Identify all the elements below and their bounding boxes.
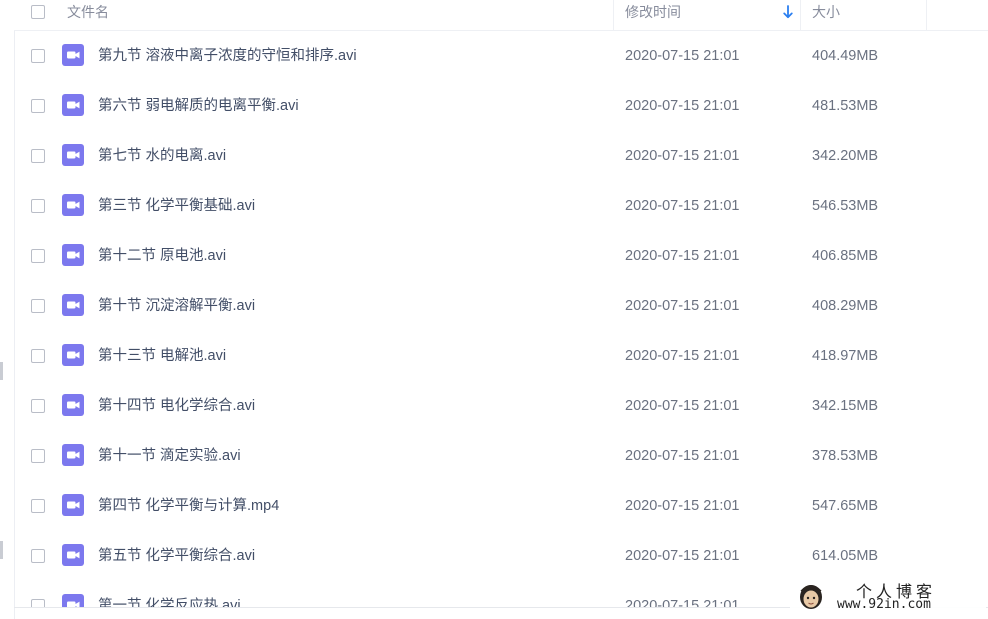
file-modified-time: 2020-07-15 21:01 (625, 198, 740, 214)
file-modified-time: 2020-07-15 21:01 (625, 148, 740, 164)
video-file-icon (62, 44, 84, 66)
list-header: 文件名 修改时间 大小 (14, 0, 988, 31)
file-modified-time: 2020-07-15 21:01 (625, 548, 740, 564)
row-checkbox[interactable] (31, 149, 45, 163)
video-file-icon (62, 344, 84, 366)
file-name[interactable]: 第五节 化学平衡综合.avi (98, 531, 255, 581)
row-checkbox[interactable] (31, 349, 45, 363)
file-name[interactable]: 第十一节 滴定实验.avi (98, 431, 241, 481)
watermark-url: www.92in.com (837, 597, 931, 612)
arrow-down-icon[interactable] (782, 5, 794, 19)
avatar-icon (800, 585, 822, 609)
column-divider (800, 0, 801, 30)
file-row[interactable]: 第六节 弱电解质的电离平衡.avi 2020-07-15 21:01 481.5… (14, 81, 988, 131)
file-name[interactable]: 第四节 化学平衡与计算.mp4 (98, 481, 279, 531)
file-row[interactable]: 第四节 化学平衡与计算.mp4 2020-07-15 21:01 547.65M… (14, 481, 988, 531)
row-checkbox[interactable] (31, 499, 45, 513)
video-file-icon (62, 544, 84, 566)
file-modified-time: 2020-07-15 21:01 (625, 48, 740, 64)
file-row[interactable]: 第十节 沉淀溶解平衡.avi 2020-07-15 21:01 408.29MB (14, 281, 988, 331)
file-row[interactable]: 第三节 化学平衡基础.avi 2020-07-15 21:01 546.53MB (14, 181, 988, 231)
column-header-name[interactable]: 文件名 (67, 0, 109, 30)
file-name[interactable]: 第十二节 原电池.avi (98, 231, 226, 281)
file-modified-time: 2020-07-15 21:01 (625, 98, 740, 114)
file-size: 614.05MB (812, 548, 879, 564)
file-size: 481.53MB (812, 98, 879, 114)
file-size: 342.15MB (812, 398, 879, 414)
row-checkbox[interactable] (31, 449, 45, 463)
left-gutter (0, 0, 15, 619)
blog-watermark: 个人博客 www.92in.com (790, 576, 986, 616)
file-name[interactable]: 第十四节 电化学综合.avi (98, 381, 255, 431)
file-size: 404.49MB (812, 48, 879, 64)
video-file-icon (62, 594, 84, 608)
file-modified-time: 2020-07-15 21:01 (625, 398, 740, 414)
file-row[interactable]: 第十一节 滴定实验.avi 2020-07-15 21:01 378.53MB (14, 431, 988, 481)
file-row[interactable]: 第九节 溶液中离子浓度的守恒和排序.avi 2020-07-15 21:01 4… (14, 31, 988, 81)
video-file-icon (62, 394, 84, 416)
file-name[interactable]: 第六节 弱电解质的电离平衡.avi (98, 81, 299, 131)
video-file-icon (62, 294, 84, 316)
column-header-size[interactable]: 大小 (812, 0, 840, 30)
video-file-icon (62, 494, 84, 516)
file-name[interactable]: 第九节 溶液中离子浓度的守恒和排序.avi (98, 31, 357, 81)
file-row[interactable]: 第十二节 原电池.avi 2020-07-15 21:01 406.85MB (14, 231, 988, 281)
row-checkbox[interactable] (31, 199, 45, 213)
file-name[interactable]: 第十三节 电解池.avi (98, 331, 226, 381)
video-file-icon (62, 144, 84, 166)
file-size: 406.85MB (812, 248, 879, 264)
video-file-icon (62, 94, 84, 116)
file-size: 546.53MB (812, 198, 879, 214)
file-name[interactable]: 第十节 沉淀溶解平衡.avi (98, 281, 255, 331)
file-modified-time: 2020-07-15 21:01 (625, 248, 740, 264)
file-size: 547.65MB (812, 498, 879, 514)
file-row[interactable]: 第十三节 电解池.avi 2020-07-15 21:01 418.97MB (14, 331, 988, 381)
row-checkbox[interactable] (31, 399, 45, 413)
row-checkbox[interactable] (31, 549, 45, 563)
row-checkbox[interactable] (31, 299, 45, 313)
column-header-modified[interactable]: 修改时间 (625, 0, 681, 30)
file-modified-time: 2020-07-15 21:01 (625, 598, 740, 608)
file-name[interactable]: 第一节 化学反应热.avi (98, 581, 241, 608)
video-file-icon (62, 244, 84, 266)
file-name[interactable]: 第三节 化学平衡基础.avi (98, 181, 255, 231)
gutter-marker (0, 362, 3, 380)
file-list: 文件名 修改时间 大小 第九节 溶液中离子浓度的守恒和排序.avi 2020-0… (14, 0, 988, 608)
file-size: 342.20MB (812, 148, 879, 164)
file-modified-time: 2020-07-15 21:01 (625, 348, 740, 364)
file-modified-time: 2020-07-15 21:01 (625, 448, 740, 464)
file-modified-time: 2020-07-15 21:01 (625, 498, 740, 514)
row-checkbox[interactable] (31, 49, 45, 63)
file-size: 378.53MB (812, 448, 879, 464)
file-row[interactable]: 第十四节 电化学综合.avi 2020-07-15 21:01 342.15MB (14, 381, 988, 431)
row-checkbox[interactable] (31, 249, 45, 263)
gutter-marker (0, 541, 3, 559)
file-modified-time: 2020-07-15 21:01 (625, 298, 740, 314)
file-size: 408.29MB (812, 298, 879, 314)
row-checkbox[interactable] (31, 99, 45, 113)
file-size: 418.97MB (812, 348, 879, 364)
file-name[interactable]: 第七节 水的电离.avi (98, 131, 226, 181)
file-manager-page: 文件名 修改时间 大小 第九节 溶液中离子浓度的守恒和排序.avi 2020-0… (0, 0, 988, 619)
file-row[interactable]: 第五节 化学平衡综合.avi 2020-07-15 21:01 614.05MB (14, 531, 988, 581)
column-divider (613, 0, 614, 30)
video-file-icon (62, 194, 84, 216)
video-file-icon (62, 444, 84, 466)
file-row[interactable]: 第七节 水的电离.avi 2020-07-15 21:01 342.20MB (14, 131, 988, 181)
select-all-checkbox[interactable] (31, 5, 45, 19)
column-divider (926, 0, 927, 30)
